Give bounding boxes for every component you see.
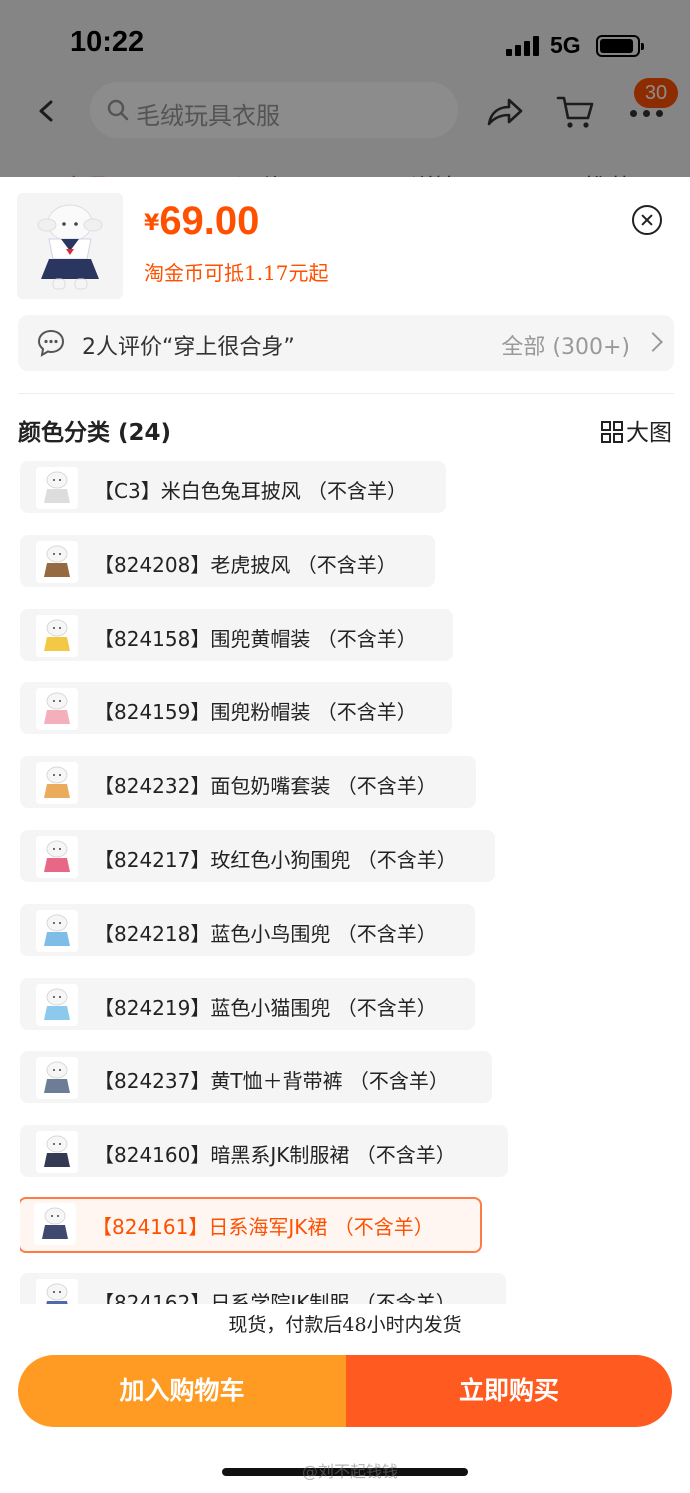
sku-option[interactable]: 【824218】蓝色小鸟围兜 （不含羊） [20, 903, 475, 956]
sku-thumbnail [36, 983, 78, 1026]
shipping-note: 现货，付款后48小时内发货 [228, 1314, 462, 1336]
sku-option-label: 【824162】日系学院JK制服 （不含羊） [94, 1290, 456, 1304]
price: ¥69.00 [144, 199, 259, 244]
sku-option-label: 【824237】黄T恤＋背带裤 （不含羊） [94, 1069, 449, 1094]
dim-overlay[interactable] [0, 0, 690, 178]
sku-option-label: 【824218】蓝色小鸟围兜 （不含羊） [94, 921, 437, 946]
sku-option[interactable]: 【824160】暗黑系JK制服裙 （不含羊） [20, 1125, 508, 1178]
sku-option[interactable]: 【824158】围兜黄帽装 （不含羊） [20, 608, 453, 661]
grid-view-icon [601, 421, 623, 443]
sku-thumbnail [36, 1057, 78, 1100]
sku-option[interactable]: 【824237】黄T恤＋背带裤 （不含羊） [20, 1051, 492, 1104]
chevron-right-icon [643, 332, 663, 352]
sku-thumbnail [36, 909, 78, 952]
price-amount: 69.00 [159, 199, 260, 243]
sku-thumbnail [36, 688, 78, 731]
review-summary-bar[interactable]: 2人评价“穿上很合身” 全部 (300+) [18, 315, 674, 371]
sku-option-list: 【C3】米白色兔耳披风 （不含羊） 【824208】老虎披风 （不含羊） 【8241… [20, 461, 680, 1304]
currency-symbol: ¥ [144, 211, 160, 236]
sku-option[interactable]: 【824162】日系学院JK制服 （不含羊） [20, 1272, 506, 1304]
sku-thumbnail [36, 1278, 78, 1304]
sheep-doll-image [17, 193, 123, 299]
review-all-link[interactable]: 全部 (300+) [501, 329, 630, 361]
add-to-cart-button[interactable]: 加入购物车 [18, 1355, 346, 1427]
big-picture-toggle[interactable]: 大图 [601, 413, 672, 447]
watermark: @刘不起钱钱 [302, 1462, 399, 1481]
coin-discount-tip: 淘金币可抵1.17元起 [144, 261, 329, 285]
sku-option[interactable]: 【824217】玫红色小狗围兜 （不含羊） [20, 830, 495, 882]
sku-option-label: 【824208】老虎披风 （不含羊） [94, 552, 397, 577]
sku-option-label: 【824217】玫红色小狗围兜 （不含羊） [94, 848, 457, 872]
sku-option[interactable]: 【824219】蓝色小猫围兜 （不含羊） [20, 977, 475, 1030]
sku-option[interactable]: 【824232】面包奶嘴套装 （不含羊） [20, 756, 476, 809]
sku-thumbnail [36, 762, 78, 805]
sku-option[interactable]: 【824161】日系海军JK裙 （不含羊） [20, 1197, 482, 1253]
review-highlight: 2人评价“穿上很合身” [82, 335, 295, 360]
sku-thumbnail [36, 467, 78, 509]
buy-now-button[interactable]: 立即购买 [346, 1355, 672, 1427]
sku-thumbnail [34, 1203, 76, 1245]
sku-sheet: ¥69.00 淘金币可抵1.17元起 2人评价“穿上很合身” 全部 (300+)… [0, 177, 690, 1493]
chat-bubble-icon [37, 329, 65, 357]
sku-option-label: 【824232】面包奶嘴套装 （不含羊） [94, 774, 437, 799]
sku-thumbnail [36, 540, 78, 583]
sku-option[interactable]: 【C3】米白色兔耳披风 （不含羊） [20, 461, 446, 513]
sku-option[interactable]: 【824208】老虎披风 （不含羊） [20, 534, 435, 587]
sku-option-label: 【824158】围兜黄帽装 （不含羊） [94, 626, 417, 651]
sku-thumbnail [36, 614, 78, 657]
sku-option[interactable]: 【824159】围兜粉帽装 （不含羊） [20, 682, 452, 735]
sku-option-label: 【824160】暗黑系JK制服裙 （不含羊） [94, 1143, 456, 1168]
divider [18, 393, 674, 394]
close-icon[interactable] [632, 205, 662, 235]
sku-option-label: 【824161】日系海军JK裙 （不含羊） [92, 1215, 434, 1239]
sku-thumbnail [36, 1131, 78, 1174]
sku-option-label: 【C3】米白色兔耳披风 （不含羊） [94, 479, 408, 503]
color-category-title: 颜色分类 (24) [18, 420, 172, 446]
product-thumbnail[interactable] [17, 193, 123, 299]
sku-option-label: 【824219】蓝色小猫围兜 （不含羊） [94, 995, 437, 1020]
sku-option-label: 【824159】围兜粉帽装 （不含羊） [94, 700, 417, 725]
big-picture-label: 大图 [626, 420, 672, 446]
sku-thumbnail [36, 836, 78, 878]
